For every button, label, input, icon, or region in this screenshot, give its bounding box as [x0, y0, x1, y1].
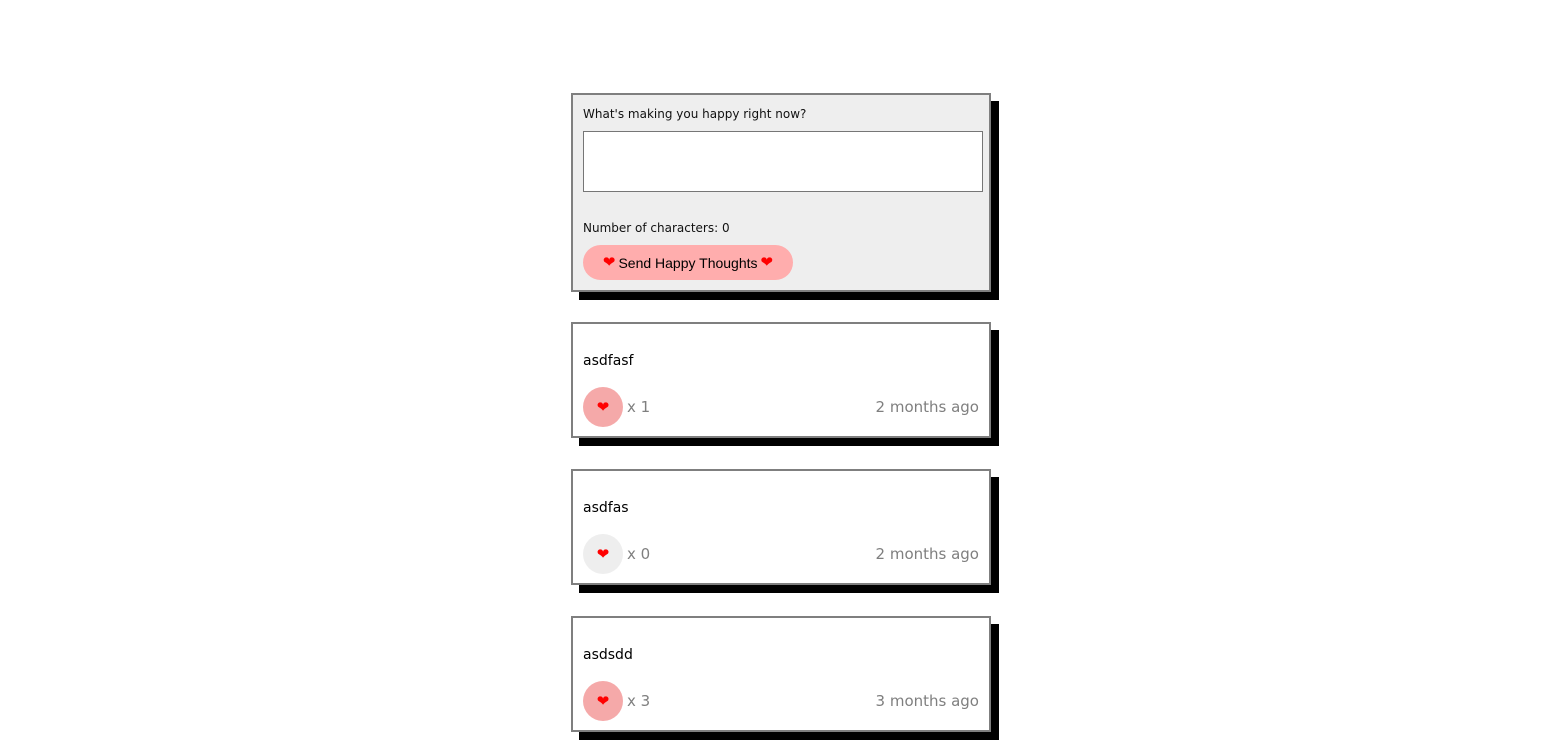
likes-count: x 0	[627, 545, 651, 563]
happy-thought-form: What's making you happy right now? Numbe…	[571, 93, 991, 292]
heart-icon: ❤	[602, 254, 616, 271]
page: What's making you happy right now? Numbe…	[0, 0, 1567, 746]
like-button[interactable]: ❤	[583, 534, 623, 574]
heart-icon: ❤	[596, 398, 610, 416]
likes-count: x 1	[627, 398, 651, 416]
thought-message: asdfasf	[583, 353, 634, 369]
thought-message: asdfas	[583, 500, 629, 516]
thought-card: asdsdd ❤ x 3 3 months ago	[571, 616, 991, 732]
thought-card: asdfas ❤ x 0 2 months ago	[571, 469, 991, 585]
heart-icon: ❤	[760, 254, 774, 271]
character-count: Number of characters: 0	[583, 221, 730, 235]
form-question: What's making you happy right now?	[583, 107, 807, 121]
thought-input[interactable]	[583, 131, 983, 192]
posted-time: 2 months ago	[875, 398, 979, 416]
likes-count: x 3	[627, 692, 651, 710]
send-button-label: Send Happy Thoughts	[618, 254, 758, 271]
like-button[interactable]: ❤	[583, 387, 623, 427]
posted-time: 3 months ago	[875, 692, 979, 710]
like-button[interactable]: ❤	[583, 681, 623, 721]
thought-message: asdsdd	[583, 647, 633, 663]
send-happy-thoughts-button[interactable]: ❤ Send Happy Thoughts ❤	[583, 245, 793, 280]
heart-icon: ❤	[596, 545, 610, 563]
thought-card: asdfasf ❤ x 1 2 months ago	[571, 322, 991, 438]
heart-icon: ❤	[596, 692, 610, 710]
posted-time: 2 months ago	[875, 545, 979, 563]
